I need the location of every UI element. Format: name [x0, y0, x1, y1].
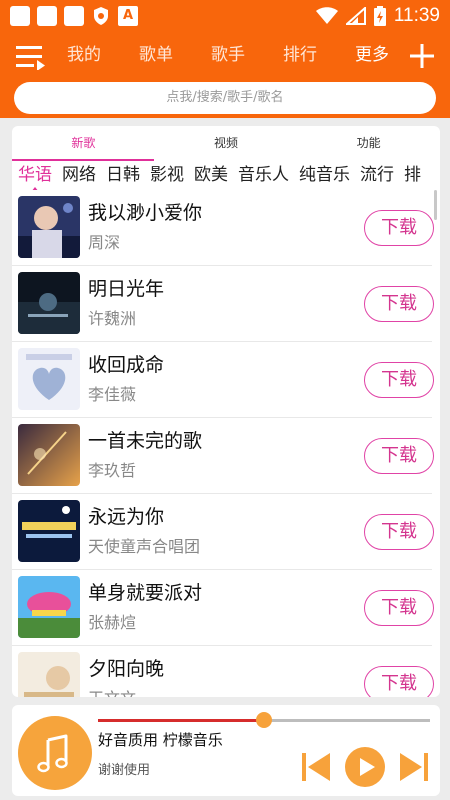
album-cover: [18, 652, 80, 697]
song-row[interactable]: 收回成命 李佳薇 下载: [12, 342, 434, 418]
genre-item-japan-korea[interactable]: 日韩: [106, 162, 140, 188]
top-nav: 我的 歌单 歌手 排行 更多: [48, 42, 408, 68]
song-title: 永远为你: [88, 506, 165, 528]
shield-icon: [91, 6, 111, 26]
download-button[interactable]: 下载: [364, 590, 434, 626]
song-artist: 李佳薇: [88, 385, 137, 404]
progress-fill: [98, 719, 264, 722]
song-title: 单身就要派对: [88, 582, 203, 604]
notification-icon: [64, 6, 84, 26]
previous-icon[interactable]: [300, 751, 332, 783]
player-title: 好音质用 柠檬音乐: [98, 731, 223, 749]
genre-item-pop[interactable]: 流行: [360, 162, 394, 188]
notification-icon: [10, 6, 30, 26]
app-header: 我的 歌单 歌手 排行 更多 点我/搜索/歌手/歌名: [0, 32, 450, 118]
song-artist: 李玖哲: [88, 461, 137, 480]
genre-item-internet[interactable]: 网络: [62, 162, 96, 188]
song-title: 一首未完的歌: [88, 430, 203, 452]
song-row[interactable]: 明日光年 许魏洲 下载: [12, 266, 434, 342]
download-button[interactable]: 下载: [364, 286, 434, 322]
player-cover[interactable]: [18, 716, 92, 790]
genre-item-film-tv[interactable]: 影视: [150, 162, 184, 188]
status-bar: A 11:39: [0, 0, 450, 32]
tab-new-songs[interactable]: 新歌: [12, 126, 155, 162]
album-cover: [18, 576, 80, 638]
player-subtitle: 谢谢使用: [98, 763, 151, 778]
progress-handle[interactable]: [256, 712, 272, 728]
genre-item-instrumental[interactable]: 纯音乐: [299, 162, 350, 188]
a-icon: A: [118, 6, 138, 26]
song-artist: 许魏洲: [88, 309, 137, 328]
nav-item-playlists[interactable]: 歌单: [120, 42, 192, 68]
song-row[interactable]: 我以渺小爱你 周深 下载: [12, 190, 434, 266]
wifi-icon: [315, 7, 338, 24]
song-title: 我以渺小爱你: [88, 202, 203, 224]
mini-player: 好音质用 柠檬音乐 谢谢使用: [12, 705, 440, 796]
tab-videos[interactable]: 视频: [155, 126, 298, 162]
content-card: 新歌 视频 功能 华语 网络 日韩 影视 欧美 音乐人 纯音乐 流行排 我以渺小爱你 周深 下…: [12, 126, 440, 697]
signal-icon: [345, 7, 366, 25]
album-cover: [18, 196, 80, 258]
song-artist: 周深: [88, 233, 121, 252]
song-row[interactable]: 夕阳向晚 王文文 下载: [12, 646, 434, 697]
album-cover: [18, 348, 80, 410]
next-icon[interactable]: [398, 751, 430, 783]
song-artist: 王文文: [88, 685, 136, 697]
download-button[interactable]: 下载: [364, 362, 434, 398]
search-input[interactable]: 点我/搜索/歌手/歌名: [14, 82, 436, 114]
song-title: 明日光年: [88, 278, 165, 300]
nav-item-charts[interactable]: 排行: [264, 42, 336, 68]
battery-charging-icon: [373, 6, 386, 26]
song-title: 收回成命: [88, 354, 165, 376]
tab-functions[interactable]: 功能: [297, 126, 440, 162]
tab-bar: 新歌 视频 功能: [12, 126, 440, 162]
genre-item-chinese[interactable]: 华语: [18, 162, 52, 190]
download-button[interactable]: 下载: [364, 666, 434, 697]
song-row[interactable]: 永远为你 天使童声合唱团 下载: [12, 494, 434, 570]
genre-item-western[interactable]: 欧美: [194, 162, 228, 188]
album-cover: [18, 500, 80, 562]
song-title: 夕阳向晚: [88, 658, 165, 680]
list-scrollbar[interactable]: [434, 190, 437, 220]
song-list: 我以渺小爱你 周深 下载 明日光年 许魏洲 下载 收回成命 李佳薇 下载 一首未…: [12, 190, 440, 697]
song-row[interactable]: 单身就要派对 张赫煊 下载: [12, 570, 434, 646]
download-button[interactable]: 下载: [364, 438, 434, 474]
album-cover: [18, 272, 80, 334]
download-button[interactable]: 下载: [364, 514, 434, 550]
song-artist: 天使童声合唱团: [88, 537, 201, 556]
music-note-icon: [37, 734, 68, 773]
nav-item-more[interactable]: 更多: [336, 42, 408, 68]
nav-item-mine[interactable]: 我的: [48, 42, 120, 68]
genre-bar: 华语 网络 日韩 影视 欧美 音乐人 纯音乐 流行排: [12, 162, 440, 190]
nav-item-singers[interactable]: 歌手: [192, 42, 264, 68]
notification-icon: [37, 6, 57, 26]
genre-item-chart[interactable]: 排: [404, 162, 421, 188]
progress-bar[interactable]: [98, 712, 430, 728]
download-button[interactable]: 下载: [364, 210, 434, 246]
menu-icon[interactable]: [16, 44, 46, 70]
song-artist: 张赫煊: [88, 613, 137, 632]
status-bar-notifications: A: [10, 6, 138, 26]
add-icon[interactable]: [408, 42, 436, 70]
genre-label: 华语: [18, 165, 52, 185]
genre-item-musician[interactable]: 音乐人: [238, 162, 289, 188]
song-row[interactable]: 一首未完的歌 李玖哲 下载: [12, 418, 434, 494]
tab-indicator: [12, 159, 154, 161]
play-icon[interactable]: [345, 747, 385, 787]
album-cover: [18, 424, 80, 486]
status-time: 11:39: [393, 5, 440, 26]
